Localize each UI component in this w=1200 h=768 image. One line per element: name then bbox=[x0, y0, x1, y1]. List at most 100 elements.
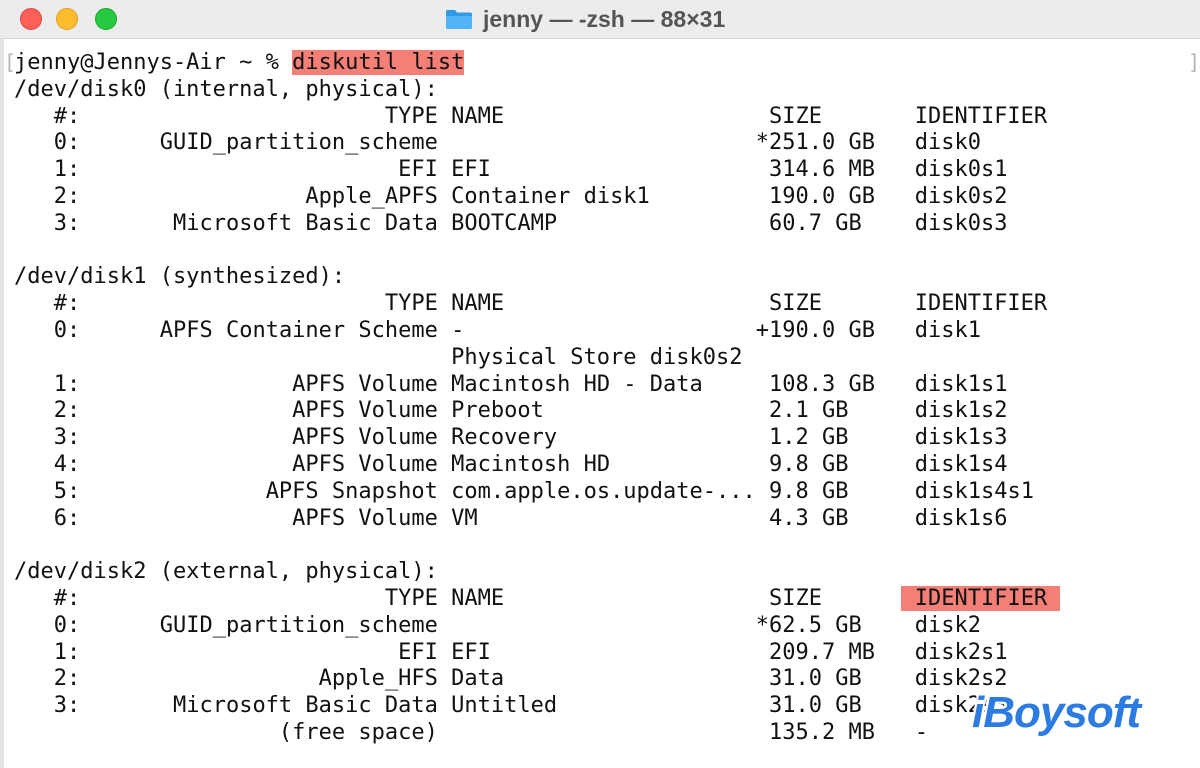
partition-number: #: bbox=[53, 291, 81, 317]
partition-identifier: disk1s4 bbox=[914, 452, 1008, 477]
partition-row: 6: APFS Volume VM 4.3 GB disk1s6 bbox=[14, 505, 1008, 532]
partition-row: (free space) 135.2 MB - bbox=[14, 719, 928, 746]
partition-identifier: disk1s3 bbox=[914, 425, 1008, 451]
partition-size: 31.0 GB bbox=[769, 666, 862, 692]
partition-name: VM bbox=[451, 505, 478, 531]
partition-size: 9.8 GB bbox=[769, 452, 849, 477]
partition-row: 1: EFI EFI 314.6 MB disk0s1 bbox=[14, 156, 1008, 183]
partition-type: APFS Volume bbox=[292, 425, 438, 451]
partition-size: 4.3 GB bbox=[769, 505, 849, 531]
partition-number: 1: bbox=[53, 157, 81, 183]
partition-type: Apple_HFS bbox=[318, 666, 438, 692]
partition-name: EFI bbox=[451, 639, 491, 665]
partition-type: EFI bbox=[398, 639, 438, 665]
partition-size: 190.0 GB bbox=[769, 184, 875, 209]
partition-name: Container disk1 bbox=[451, 184, 650, 209]
partition-type: GUID_partition_scheme bbox=[159, 612, 438, 638]
partition-identifier: disk2s1 bbox=[914, 639, 1008, 665]
disk-header: /dev/disk1 (synthesized): bbox=[14, 263, 345, 290]
partition-identifier: disk0s3 bbox=[914, 210, 1008, 236]
partition-identifier: IDENTIFIER bbox=[914, 103, 1048, 129]
partition-identifier: - bbox=[914, 720, 928, 745]
partition-identifier: disk1 bbox=[914, 318, 981, 343]
partition-type: Microsoft Basic Data bbox=[172, 693, 438, 719]
partition-type: APFS Volume bbox=[292, 505, 438, 531]
partition-name: EFI bbox=[451, 157, 491, 183]
partition-number: 5: bbox=[53, 478, 81, 504]
watermark-logo: iBoysoft bbox=[972, 688, 1141, 737]
partition-type: TYPE bbox=[384, 586, 438, 611]
partition-number: #: bbox=[53, 586, 81, 611]
partition-type: APFS Volume bbox=[292, 398, 438, 424]
partition-row: 2: Apple_HFS Data 31.0 GB disk2s2 bbox=[14, 665, 1008, 692]
partition-row: Physical Store disk0s2 bbox=[14, 344, 743, 371]
window-title-area: jenny — -zsh — 88×31 bbox=[445, 3, 725, 35]
folder-icon bbox=[446, 10, 472, 29]
partition-row: 5: APFS Snapshot com.apple.os.update-...… bbox=[14, 478, 1034, 505]
partition-size: +190.0 GB bbox=[755, 318, 876, 343]
partition-name: BOOTCAMP bbox=[451, 210, 558, 236]
partition-number: 2: bbox=[53, 398, 81, 424]
disk-path: /dev/disk1 (synthesized): bbox=[14, 264, 346, 290]
partition-identifier: disk0 bbox=[914, 130, 981, 156]
partition-size: 108.3 GB bbox=[769, 371, 875, 397]
partition-size: 60.7 GB bbox=[769, 210, 862, 236]
partition-row: 0: GUID_partition_scheme *62.5 GB disk2 bbox=[14, 612, 981, 639]
prompt-line: jenny@Jennys-Air ~ % diskutil list bbox=[14, 49, 465, 76]
partition-type: APFS Volume bbox=[292, 452, 438, 477]
minimize-button[interactable] bbox=[56, 8, 78, 30]
terminal-output[interactable]: jenny@Jennys-Air ~ % diskutil list/dev/d… bbox=[0, 39, 1200, 768]
partition-size: 135.2 MB bbox=[769, 720, 875, 745]
partition-size: 9.8 GB bbox=[769, 478, 849, 504]
zoom-button[interactable] bbox=[95, 8, 117, 30]
partition-row: 3: APFS Volume Recovery 1.2 GB disk1s3 bbox=[14, 424, 1008, 451]
partition-size: SIZE bbox=[769, 291, 822, 317]
partition-identifier: disk1s2 bbox=[914, 398, 1008, 424]
partition-identifier: disk1s1 bbox=[914, 371, 1008, 397]
partition-number: 0: bbox=[53, 318, 81, 343]
partition-number: 3: bbox=[53, 693, 81, 719]
partition-name: Macintosh HD bbox=[451, 452, 611, 477]
partition-name: NAME bbox=[451, 291, 505, 317]
partition-size: 1.2 GB bbox=[769, 425, 849, 451]
partition-name: NAME bbox=[451, 103, 505, 129]
title-bar: jenny — -zsh — 88×31 bbox=[0, 0, 1200, 39]
partition-number: 3: bbox=[53, 210, 81, 236]
column-header-row: #: TYPE NAME SIZE IDENTIFIER bbox=[14, 103, 1047, 130]
partition-type: (free space) bbox=[278, 720, 438, 745]
selection-bracket-left: [ bbox=[4, 50, 17, 74]
close-button[interactable] bbox=[20, 8, 42, 30]
partition-type: APFS Container Scheme bbox=[159, 318, 438, 343]
disk-path: /dev/disk0 (internal, physical): bbox=[14, 76, 438, 102]
column-header-row: #: TYPE NAME SIZE IDENTIFIER bbox=[14, 290, 1047, 317]
partition-number: 0: bbox=[53, 612, 81, 638]
partition-type: APFS Snapshot bbox=[265, 478, 438, 504]
partition-name: Untitled bbox=[451, 693, 558, 719]
partition-number: 1: bbox=[53, 639, 81, 665]
column-header-row: #: TYPE NAME SIZE IDENTIFIER bbox=[14, 585, 1061, 612]
partition-type: APFS Volume bbox=[292, 371, 438, 397]
partition-number: 0: bbox=[53, 130, 81, 156]
partition-size: *62.5 GB bbox=[755, 612, 862, 638]
identifier-header-highlight: IDENTIFIER bbox=[901, 586, 1061, 611]
disk-path: /dev/disk2 (external, physical): bbox=[14, 559, 438, 585]
partition-number: 3: bbox=[53, 425, 81, 451]
partition-row: 2: Apple_APFS Container disk1 190.0 GB d… bbox=[14, 183, 1008, 210]
partition-number: 4: bbox=[53, 452, 81, 477]
partition-row: 1: APFS Volume Macintosh HD - Data 108.3… bbox=[14, 371, 1008, 398]
partition-row: 3: Microsoft Basic Data BOOTCAMP 60.7 GB… bbox=[14, 210, 1008, 237]
partition-identifier: disk0s1 bbox=[914, 157, 1008, 183]
partition-row: 0: GUID_partition_scheme *251.0 GB disk0 bbox=[14, 129, 981, 156]
partition-row: 0: APFS Container Scheme - +190.0 GB dis… bbox=[14, 317, 981, 344]
partition-name: NAME bbox=[451, 586, 505, 611]
partition-name: Macintosh HD - Data bbox=[451, 371, 703, 397]
partition-identifier: disk2 bbox=[914, 612, 981, 638]
partition-name: Physical Store disk0s2 bbox=[451, 344, 743, 370]
partition-name: - bbox=[451, 318, 465, 343]
partition-size: 314.6 MB bbox=[769, 157, 876, 183]
partition-type: GUID_partition_scheme bbox=[159, 130, 438, 156]
partition-identifier: IDENTIFIER bbox=[914, 291, 1048, 317]
partition-size: 31.0 GB bbox=[769, 693, 862, 719]
partition-identifier: disk1s6 bbox=[914, 505, 1008, 531]
partition-type: TYPE bbox=[384, 103, 438, 129]
